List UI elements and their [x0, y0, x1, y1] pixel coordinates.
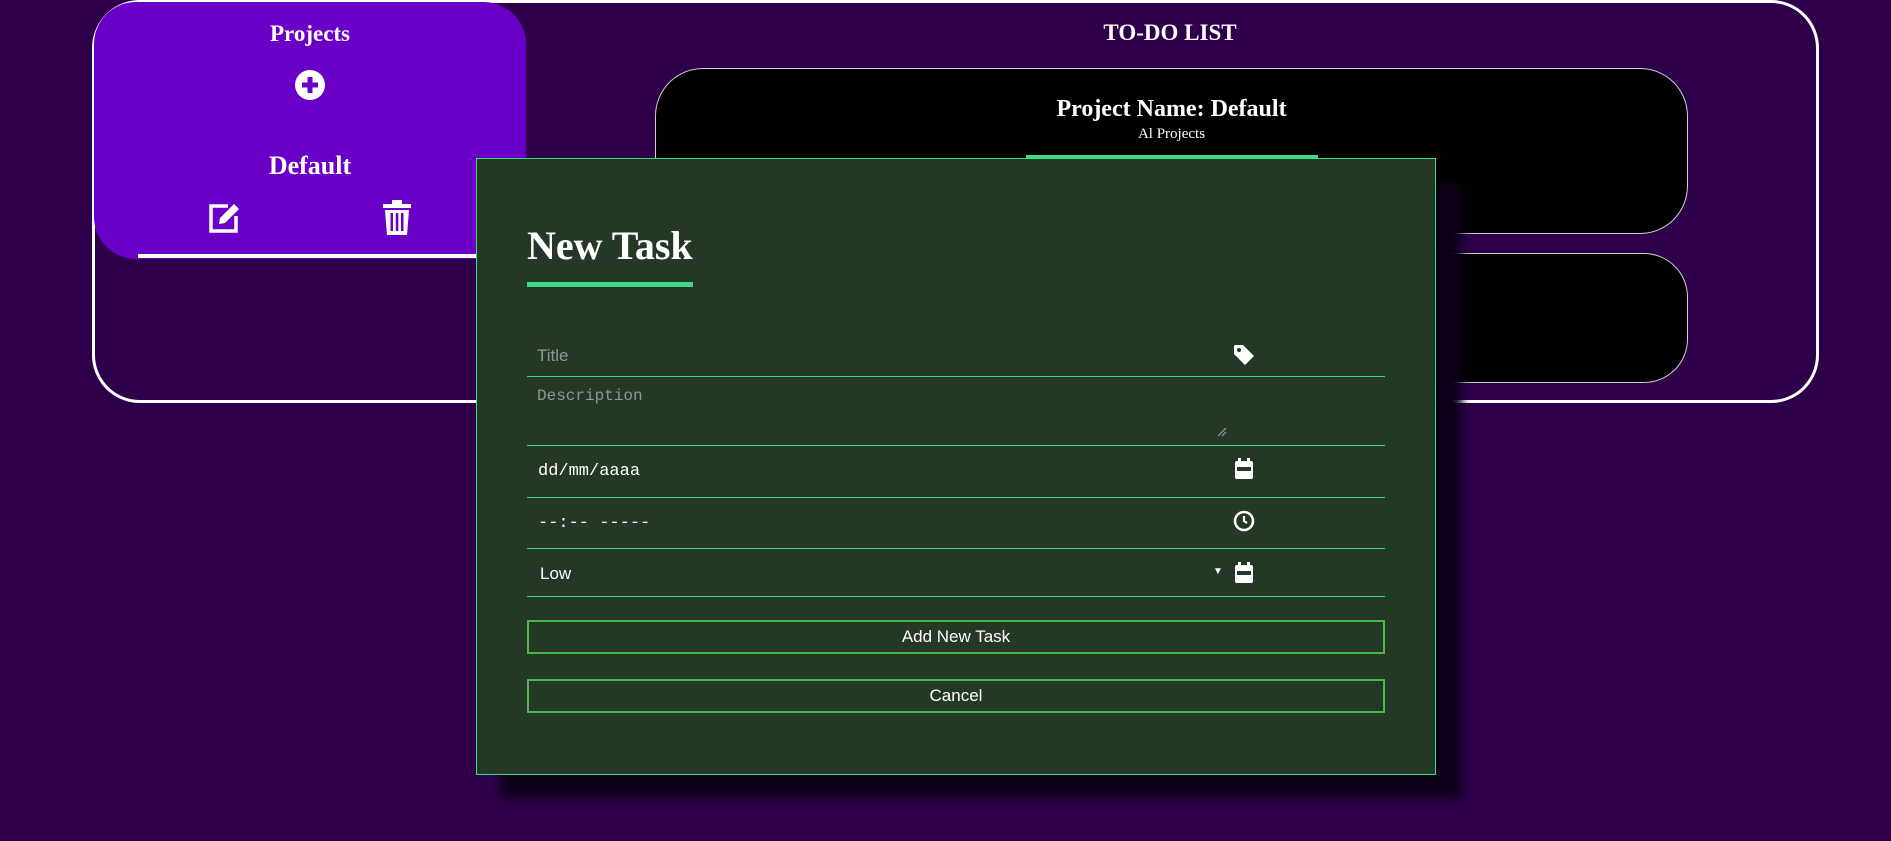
sidebar-title: Projects [269, 21, 351, 46]
priority-value: Low [540, 564, 572, 583]
calendar-icon[interactable] [1233, 458, 1255, 480]
time-value: --:-- ----- [538, 514, 651, 533]
priority-select[interactable]: Low ▼ [527, 549, 1385, 597]
edit-icon[interactable] [206, 200, 242, 236]
projects-sidebar: Projects Default [94, 2, 526, 259]
new-task-modal: New Task dd/mm/aaaa --:-- ----- Low [476, 158, 1436, 775]
cancel-button[interactable]: Cancel [527, 679, 1385, 713]
title-input[interactable] [537, 344, 1217, 368]
plus-circle-icon[interactable] [294, 69, 326, 101]
tag-icon [1234, 345, 1254, 365]
modal-title: New Task [527, 223, 693, 268]
title-field [527, 334, 1385, 377]
clock-icon[interactable] [1233, 510, 1255, 532]
page-title: TO-DO LIST [1103, 20, 1237, 45]
resize-handle-icon[interactable] [1217, 427, 1227, 437]
project-item-default[interactable]: Default [94, 151, 526, 181]
calendar-icon [1235, 562, 1253, 583]
selected-project-indicator [138, 254, 478, 258]
project-card-subtitle: Al Projects [1137, 126, 1206, 142]
modal-title-underline [527, 282, 693, 287]
due-date-field[interactable]: dd/mm/aaaa [527, 446, 1385, 498]
add-task-button[interactable]: Add New Task [527, 620, 1385, 654]
description-field [527, 377, 1385, 446]
description-input[interactable] [537, 387, 1209, 435]
date-value: dd/mm/aaaa [538, 462, 641, 481]
time-field[interactable]: --:-- ----- [527, 498, 1385, 549]
project-card-title: Project Name: Default [1056, 96, 1287, 122]
chevron-down-icon: ▼ [1213, 566, 1223, 577]
trash-icon[interactable] [382, 200, 412, 236]
